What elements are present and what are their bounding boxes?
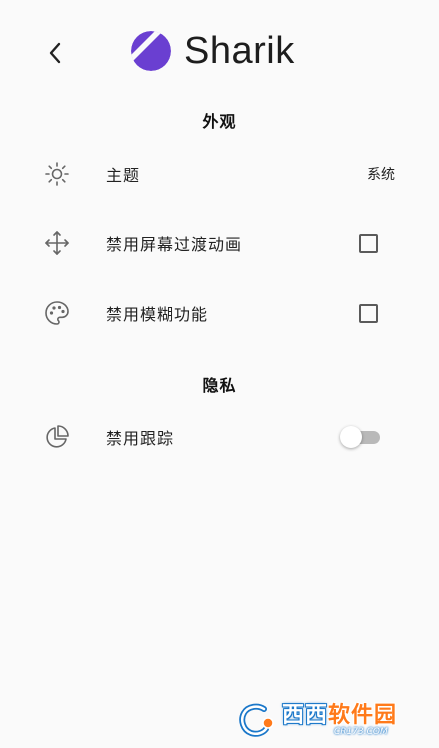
watermark-title-main: 西西 [282,703,329,728]
back-button[interactable] [40,38,70,68]
watermark-text: 西西软件园 CR173.COM [282,705,397,737]
setting-row-disable-blur[interactable]: 禁用模糊功能 [0,288,439,338]
setting-label-disable-tracking: 禁用跟踪 [106,429,175,448]
watermark-subtitle: CR173.COM [334,727,388,737]
setting-row-disable-transitions[interactable]: 禁用屏幕过渡动画 [0,218,439,268]
move-arrows-icon [44,230,70,256]
settings-screen: Sharik 外观 主题 系统 禁用屏幕过渡动画 禁用模糊功能 隐私 禁用跟踪 … [0,0,439,748]
disable-blur-checkbox[interactable] [359,303,378,323]
setting-label-disable-transitions: 禁用屏幕过渡动画 [106,235,243,254]
pie-chart-icon [44,424,70,450]
setting-label-theme: 主题 [106,166,141,185]
watermark: 西西软件园 CR173.COM [238,702,420,740]
disable-tracking-switch[interactable] [340,425,382,449]
sharik-logo-icon [131,31,171,71]
watermark-title-accent: 软件园 [328,703,398,728]
watermark-title: 西西软件园 [282,705,397,727]
disable-transitions-checkbox[interactable] [359,233,378,253]
app-brand: Sharik [130,28,295,74]
section-title-privacy: 隐私 [202,376,237,395]
palette-icon [44,300,70,326]
setting-label-disable-blur: 禁用模糊功能 [106,305,209,324]
switch-thumb [340,426,362,448]
setting-row-theme[interactable]: 主题 系统 [0,149,439,199]
watermark-logo-icon [239,703,274,737]
brightness-icon [44,161,70,187]
setting-row-disable-tracking[interactable]: 禁用跟踪 [0,412,439,462]
app-name: Sharik [184,29,295,72]
section-title-appearance: 外观 [202,112,237,131]
theme-value[interactable]: 系统 [367,164,395,184]
chevron-left-icon [49,42,61,64]
